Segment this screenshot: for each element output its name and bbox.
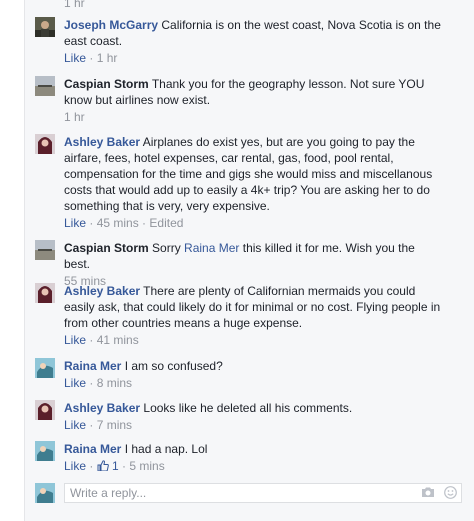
author-name[interactable]: Caspian Storm — [64, 241, 149, 255]
comment-text: Ashley Baker Airplanes do exist yes, but… — [64, 134, 444, 214]
comment-text: Ashley Baker There are plenty of Califor… — [64, 283, 444, 331]
author-name[interactable]: Joseph McGarry — [64, 18, 158, 32]
comment-meta: Like · 41 mins — [64, 332, 444, 348]
avatar[interactable] — [35, 358, 55, 378]
current-user-avatar[interactable] — [35, 483, 55, 503]
comment-meta: Like · 8 mins — [64, 375, 444, 391]
separator: · — [138, 216, 150, 230]
author-name[interactable]: Ashley Baker — [64, 284, 140, 298]
author-name[interactable]: Caspian Storm — [64, 77, 149, 91]
avatar[interactable] — [35, 283, 55, 303]
like-link[interactable]: Like — [64, 459, 86, 473]
avatar[interactable] — [35, 400, 55, 420]
author-name[interactable]: Raina Mer — [64, 359, 121, 373]
comment-message: Looks like he deleted all his comments. — [143, 401, 353, 415]
timestamp[interactable]: 1 hr — [97, 51, 118, 65]
timestamp[interactable]: 7 mins — [97, 418, 132, 432]
avatar[interactable] — [35, 17, 55, 37]
comment-meta: Like · 7 mins — [64, 417, 444, 433]
comment-text: Caspian Storm Thank you for the geograph… — [64, 76, 444, 108]
reply-input[interactable] — [64, 483, 462, 503]
timestamp[interactable]: 8 mins — [97, 376, 132, 390]
comment-text: Raina Mer I am so confused? — [64, 358, 444, 374]
camera-icon[interactable] — [421, 486, 435, 501]
comment-text: Ashley Baker Looks like he deleted all h… — [64, 400, 444, 416]
timestamp[interactable]: 5 mins — [129, 459, 164, 473]
like-link[interactable]: Like — [64, 418, 86, 432]
avatar[interactable] — [35, 134, 55, 154]
like-link[interactable]: Like — [64, 333, 86, 347]
timestamp[interactable]: 45 mins — [97, 216, 139, 230]
comment-text: Caspian Storm Sorry Raina Mer this kille… — [64, 240, 444, 272]
previous-timestamp: 1 hr — [64, 0, 85, 10]
comment-text: Joseph McGarry California is on the west… — [64, 17, 444, 49]
reply-bar — [35, 483, 465, 505]
separator: · — [86, 376, 97, 390]
avatar[interactable] — [35, 76, 55, 96]
separator: · — [86, 418, 97, 432]
edited-label[interactable]: Edited — [149, 216, 183, 230]
comment-meta: 1 hr — [64, 109, 444, 125]
smiley-icon[interactable] — [444, 486, 457, 502]
comment-meta: Like · 1 · 5 mins — [64, 458, 444, 474]
author-name[interactable]: Ashley Baker — [64, 135, 140, 149]
timestamp[interactable]: 1 hr — [64, 110, 85, 124]
separator: · — [86, 51, 97, 65]
like-link[interactable]: Like — [64, 51, 86, 65]
like-link[interactable]: Like — [64, 376, 86, 390]
separator: · — [86, 216, 97, 230]
thumbs-up-icon — [97, 460, 109, 472]
like-count-value: 1 — [112, 459, 119, 473]
like-count[interactable]: 1 — [97, 459, 119, 473]
author-name[interactable]: Ashley Baker — [64, 401, 140, 415]
author-name[interactable]: Raina Mer — [64, 442, 121, 456]
comment-text: Raina Mer I had a nap. Lol — [64, 441, 444, 457]
like-link[interactable]: Like — [64, 216, 86, 230]
avatar[interactable] — [35, 240, 55, 260]
avatar[interactable] — [35, 441, 55, 461]
separator: · — [86, 459, 97, 473]
comment-message-start: Sorry — [152, 241, 185, 255]
comment-message: I am so confused? — [124, 359, 223, 373]
separator: · — [86, 333, 97, 347]
comment-message: I had a nap. Lol — [124, 442, 208, 456]
comment-meta: Like · 1 hr — [64, 50, 444, 66]
comment-meta: Like · 45 mins · Edited — [64, 215, 444, 231]
separator: · — [118, 459, 130, 473]
mention-link[interactable]: Raina Mer — [184, 241, 239, 255]
timestamp[interactable]: 41 mins — [97, 333, 139, 347]
